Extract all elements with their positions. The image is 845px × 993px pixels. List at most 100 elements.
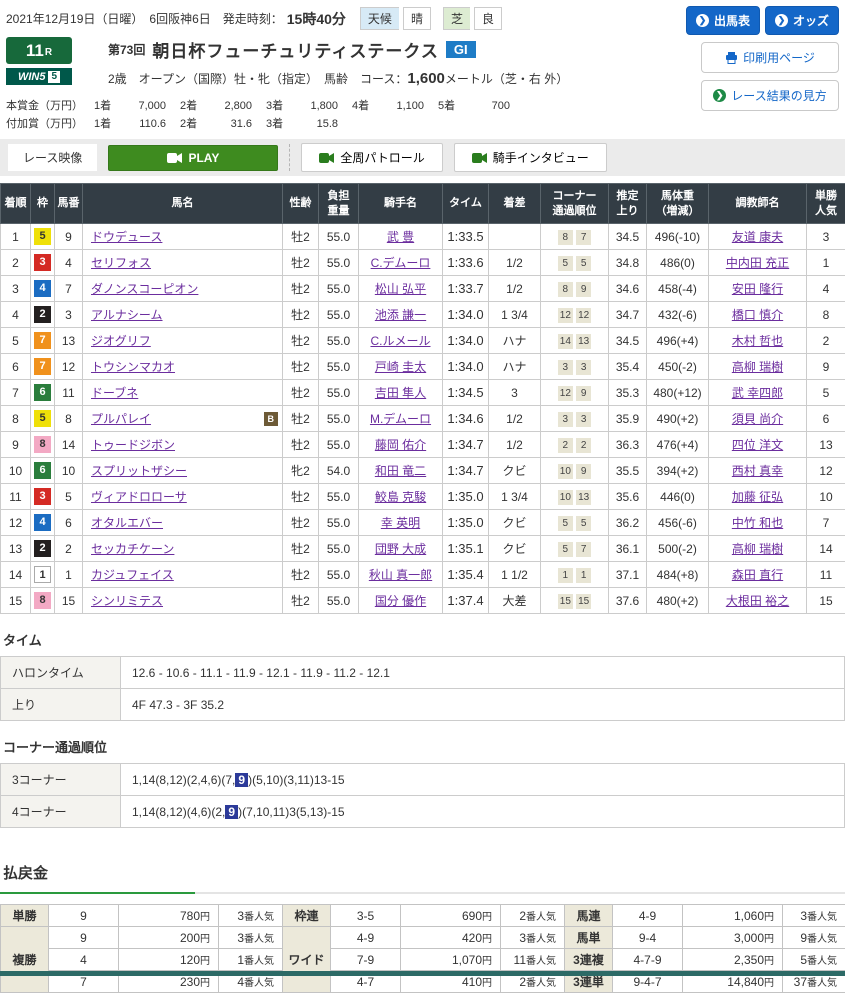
corner-order: 3 3: [541, 406, 609, 432]
odds-button[interactable]: ❯ オッズ: [765, 6, 839, 35]
trainer-cell: 森田 直行: [709, 562, 807, 588]
trainer-cell: 須貝 尚介: [709, 406, 807, 432]
jockey-cell: C.デムーロ: [359, 250, 443, 276]
trainer-link[interactable]: 木村 哲也: [732, 334, 783, 348]
trainer-link[interactable]: 中内田 充正: [726, 256, 789, 270]
win-popularity: 10: [807, 484, 845, 510]
trainer-link[interactable]: 橋口 慎介: [732, 308, 783, 322]
horse-link[interactable]: トゥードジボン: [91, 438, 175, 452]
horse-number: 2: [55, 536, 83, 562]
jockey-link[interactable]: 団野 大成: [375, 542, 426, 556]
trainer-link[interactable]: 四位 洋文: [732, 438, 783, 452]
frame-cell: 6: [31, 458, 55, 484]
trainer-link[interactable]: 加藤 征弘: [732, 490, 783, 504]
horse-link[interactable]: スプリットザシー: [91, 464, 187, 478]
jockey-link[interactable]: C.デムーロ: [371, 256, 431, 270]
jockey-link[interactable]: 池添 謙一: [375, 308, 426, 322]
finish-position: 4: [1, 302, 31, 328]
print-page-button[interactable]: 印刷用ページ: [701, 42, 839, 73]
jockey-cell: 国分 優作: [359, 588, 443, 614]
jockey-link[interactable]: 鮫島 克駿: [375, 490, 426, 504]
table-row: 10 6 10 スプリットザシー 牝2 54.0 和田 竜二 1:34.7 クビ…: [1, 458, 845, 484]
win-popularity: 14: [807, 536, 845, 562]
horse-link[interactable]: ジオグリフ: [91, 334, 151, 348]
jockey-cell: M.デムーロ: [359, 406, 443, 432]
jockey-link[interactable]: M.デムーロ: [370, 412, 431, 426]
jockey-link[interactable]: 幸 英明: [381, 516, 420, 530]
jockey-interview-button[interactable]: 騎手インタビュー: [454, 143, 607, 172]
margin: 1/2: [489, 406, 541, 432]
horse-link[interactable]: プルパレイ: [91, 412, 151, 426]
jockey-link[interactable]: 武 豊: [387, 230, 414, 244]
jockey-link[interactable]: 藤岡 佑介: [375, 438, 426, 452]
horse-name-cell: ドーブネ: [83, 380, 283, 406]
weight-carried: 55.0: [319, 562, 359, 588]
table-row: 5 7 13 ジオグリフ 牡2 55.0 C.ルメール 1:34.0 ハナ 14…: [1, 328, 845, 354]
patrol-video-button[interactable]: 全周パトロール: [301, 143, 442, 172]
horse-link[interactable]: ドーブネ: [91, 386, 138, 400]
trainer-link[interactable]: 高柳 瑞樹: [732, 542, 783, 556]
jockey-link[interactable]: 吉田 隼人: [375, 386, 426, 400]
trainer-link[interactable]: 中竹 和也: [732, 516, 783, 530]
jockey-link[interactable]: 戸崎 圭太: [375, 360, 426, 374]
trainer-cell: 安田 隆行: [709, 276, 807, 302]
trainer-link[interactable]: 安田 隆行: [732, 282, 783, 296]
trainer-link[interactable]: 友道 康夫: [732, 230, 783, 244]
horse-number: 7: [55, 276, 83, 302]
win-popularity: 8: [807, 302, 845, 328]
horse-link[interactable]: ダノンスコーピオン: [91, 282, 198, 296]
jockey-cell: 武 豊: [359, 224, 443, 250]
horse-link[interactable]: セッカチケーン: [91, 542, 174, 556]
horse-link[interactable]: オタルエバー: [91, 516, 163, 530]
finish-position: 6: [1, 354, 31, 380]
blinker-badge: B: [264, 412, 279, 426]
horse-link[interactable]: カジュフェイス: [91, 568, 174, 582]
trainer-link[interactable]: 大根田 裕之: [726, 594, 789, 608]
table-row: 11 3 5 ヴィアドロローサ 牡2 55.0 鮫島 克駿 1:35.0 1 3…: [1, 484, 845, 510]
result-guide-button[interactable]: ❯ レース結果の見方: [701, 80, 839, 111]
jockey-link[interactable]: C.ルメール: [370, 334, 430, 348]
jockey-cell: 団野 大成: [359, 536, 443, 562]
horse-link[interactable]: シンリミテス: [91, 594, 163, 608]
play-button[interactable]: PLAY: [108, 145, 278, 171]
trainer-link[interactable]: 須貝 尚介: [732, 412, 783, 426]
win-popularity: 1: [807, 250, 845, 276]
jockey-link[interactable]: 国分 優作: [375, 594, 426, 608]
body-weight: 476(+4): [647, 432, 709, 458]
sex-age: 牡2: [283, 588, 319, 614]
finish-time: 1:35.0: [443, 484, 489, 510]
sex-age: 牡2: [283, 380, 319, 406]
finish-position: 15: [1, 588, 31, 614]
horse-name-cell: オタルエバー: [83, 510, 283, 536]
jockey-link[interactable]: 秋山 真一郎: [369, 568, 432, 582]
trainer-cell: 加藤 征弘: [709, 484, 807, 510]
race-video-label: レース映像: [8, 144, 97, 171]
col-jockey: 騎手名: [359, 184, 443, 224]
horse-link[interactable]: トウシンマカオ: [91, 360, 175, 374]
corner-order: 8 9: [541, 276, 609, 302]
sex-age: 牡2: [283, 510, 319, 536]
corner-order: 8 7: [541, 224, 609, 250]
horse-link[interactable]: ドウデュース: [91, 230, 162, 244]
horse-number: 12: [55, 354, 83, 380]
trainer-link[interactable]: 高柳 瑞樹: [732, 360, 783, 374]
finish-position: 1: [1, 224, 31, 250]
winner-highlight: 9: [225, 805, 238, 819]
win-popularity: 5: [807, 380, 845, 406]
horse-number: 5: [55, 484, 83, 510]
table-row: 3 4 7 ダノンスコーピオン 牡2 55.0 松山 弘平 1:33.7 1/2…: [1, 276, 845, 302]
horse-link[interactable]: セリフォス: [91, 256, 151, 270]
payout-title: 払戻金: [3, 862, 845, 883]
trainer-cell: 高柳 瑞樹: [709, 536, 807, 562]
finish-time: 1:34.0: [443, 302, 489, 328]
entries-button[interactable]: ❯ 出馬表: [686, 6, 760, 35]
trainer-link[interactable]: 西村 真幸: [732, 464, 783, 478]
body-weight: 432(-6): [647, 302, 709, 328]
trainer-link[interactable]: 森田 直行: [732, 568, 783, 582]
trainer-link[interactable]: 武 幸四郎: [732, 386, 783, 400]
jockey-link[interactable]: 松山 弘平: [375, 282, 426, 296]
horse-link[interactable]: ヴィアドロローサ: [91, 490, 187, 504]
horse-link[interactable]: アルナシーム: [91, 308, 163, 322]
jockey-link[interactable]: 和田 竜二: [375, 464, 426, 478]
finish-time: 1:35.0: [443, 510, 489, 536]
